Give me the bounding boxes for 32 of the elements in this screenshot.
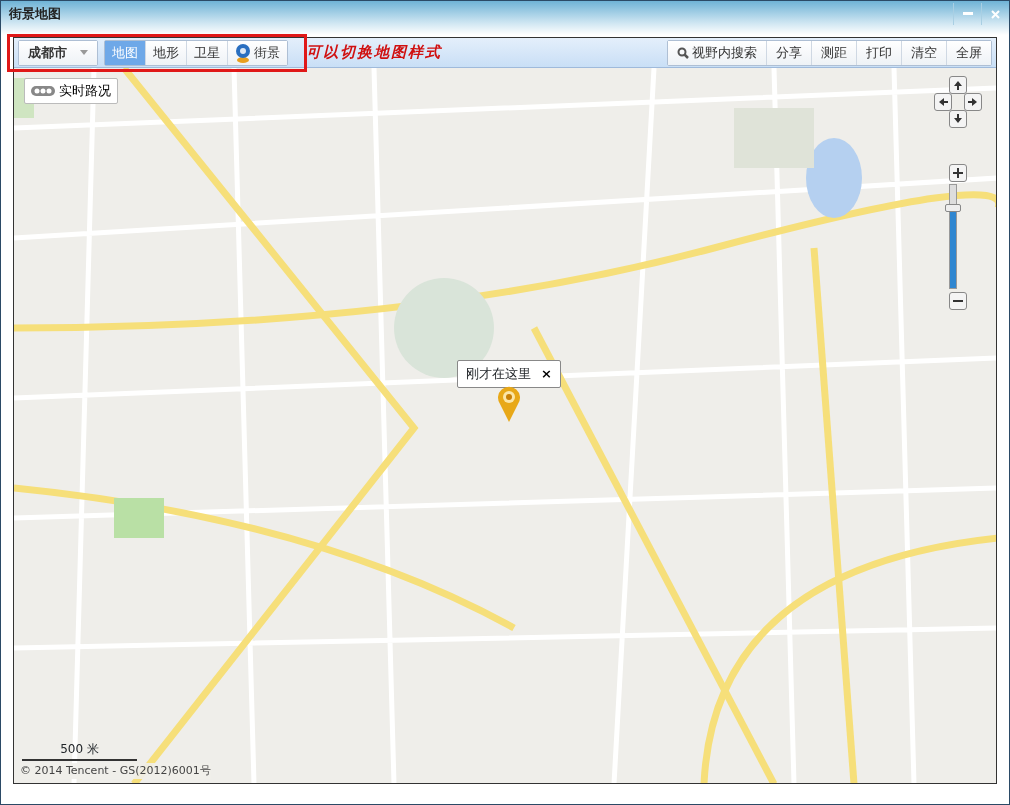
search-icon xyxy=(677,46,689,59)
toolbar-button[interactable]: 全屏 xyxy=(947,40,991,65)
dropdown-caret-icon xyxy=(80,50,88,55)
toolbar-button[interactable]: 分享 xyxy=(767,40,812,65)
city-select[interactable]: 成都市 xyxy=(19,40,97,65)
location-pin-icon xyxy=(497,386,521,422)
traffic-button[interactable]: 实时路况 xyxy=(24,78,118,104)
pan-right-button[interactable] xyxy=(964,93,982,111)
toolbar-button[interactable]: 视野内搜索 xyxy=(668,40,767,65)
camera-pin-icon xyxy=(235,42,251,63)
toolbar-button[interactable]: 清空 xyxy=(902,40,947,65)
map-type-tab[interactable]: 地形 xyxy=(146,40,187,65)
toolbar-button[interactable]: 打印 xyxy=(857,40,902,65)
pan-down-button[interactable] xyxy=(949,110,967,128)
traffic-light-icon xyxy=(31,85,55,96)
zoom-in-button[interactable] xyxy=(949,164,967,182)
zoom-slider-thumb[interactable] xyxy=(945,203,961,212)
annotation-text: 可以切换地图样式 xyxy=(306,42,442,64)
zoom-out-button[interactable] xyxy=(949,292,967,310)
pan-up-button[interactable] xyxy=(949,76,967,94)
minus-icon xyxy=(953,300,963,302)
popup-close-button[interactable]: × xyxy=(541,367,552,381)
toolbar-button[interactable]: 测距 xyxy=(812,40,857,65)
scale-bar: 500 米 xyxy=(22,740,137,761)
popup-text: 刚才在这里 xyxy=(466,365,531,383)
map-type-tab[interactable]: 街景 xyxy=(228,40,287,65)
window-title: 街景地图 xyxy=(9,5,61,24)
minimize-icon xyxy=(962,12,973,16)
plus-icon xyxy=(953,168,963,178)
close-icon xyxy=(991,9,1000,19)
pan-left-button[interactable] xyxy=(934,93,952,111)
map-type-tab[interactable]: 卫星 xyxy=(187,40,228,65)
